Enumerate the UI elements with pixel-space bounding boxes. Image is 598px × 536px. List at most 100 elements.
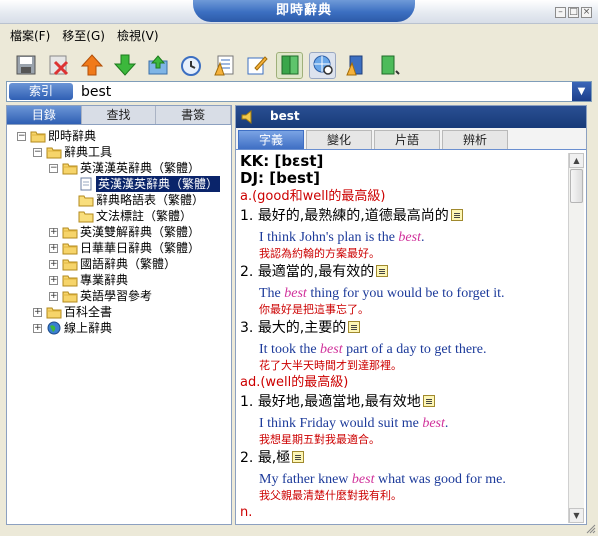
delete-button[interactable]: [45, 52, 72, 79]
example-text: My father knew: [259, 472, 352, 487]
minimize-button[interactable]: –: [555, 7, 566, 18]
search-dropdown-button[interactable]: ▼: [572, 82, 591, 101]
tree-item-label: 英漢漢英辭典（繁體）: [96, 176, 221, 192]
tab-meaning[interactable]: 字義: [238, 130, 304, 149]
sense-text: 最好的,最熟練的,道德最高尚的: [257, 208, 449, 224]
scroll-down-button[interactable]: ▼: [569, 508, 584, 523]
tab-bookmarks[interactable]: 書簽: [156, 106, 232, 124]
example-text: .: [444, 416, 449, 431]
expand-icon[interactable]: +: [49, 276, 58, 285]
bookmark-book-button[interactable]: [342, 52, 369, 79]
left-panel: 目錄 查找 書簽 − 即時辭典 − 辭典工具 − 英漢漢英辭典（繁體） 英漢漢英辭典（繁體）…: [6, 105, 232, 525]
folder-icon: [62, 289, 78, 303]
tree-item-label: 線上辭典: [64, 321, 113, 335]
example-sentence: I think Friday would suit me best.: [259, 416, 566, 432]
expand-icon[interactable]: +: [49, 228, 58, 237]
collapse-icon[interactable]: −: [17, 132, 26, 141]
sense-number: 3.: [240, 320, 254, 336]
example-toggle-icon[interactable]: [422, 395, 435, 407]
dictionary-tree: − 即時辭典 − 辭典工具 − 英漢漢英辭典（繁體） 英漢漢英辭典（繁體） 辭典略語表（繁體）…: [7, 128, 231, 336]
book-settings-icon: [381, 55, 400, 75]
tree-item-label: 日華華日辭典（繁體）: [80, 241, 201, 255]
tree-item[interactable]: + 英語學習參考: [7, 288, 231, 304]
globe-icon: [46, 321, 62, 335]
tree-item[interactable]: − 辭典工具: [7, 144, 231, 160]
menu-file[interactable]: 檔案(F): [10, 27, 50, 44]
book-settings-button[interactable]: [375, 52, 402, 79]
entry-word: best: [270, 109, 300, 123]
entry-content: KK: [bɛst] DJ: [best] a.(good和well的最高級) …: [240, 153, 566, 523]
tree-item[interactable]: + 國語辭典（繁體）: [7, 256, 231, 272]
tree-item[interactable]: + 專業辭典: [7, 272, 231, 288]
tree-item-label: 國語辭典（繁體）: [80, 257, 177, 271]
adjective-senses: 1. 最好的,最熟練的,道德最高尚的 I think John's plan is…: [240, 207, 566, 373]
example-translation: 我父親最清楚什麼對我有利。: [259, 489, 402, 502]
bookmark-book-icon: [345, 55, 362, 76]
delete-icon: [49, 55, 68, 76]
expand-icon[interactable]: +: [33, 324, 42, 333]
menu-view[interactable]: 檢視(V): [117, 27, 159, 44]
dictionary-book-button[interactable]: [276, 51, 303, 79]
tree-item[interactable]: 英漢漢英辭典（繁體）: [7, 176, 231, 192]
adverb-senses: 1. 最好地,最適當地,最有效地 I think Friday would sui…: [240, 393, 566, 503]
example-sentence: It took the best part of a day to get th…: [259, 342, 566, 358]
up-arrow-icon: [80, 54, 103, 76]
history-icon: [180, 56, 201, 76]
tab-usage-notes[interactable]: 辨析: [442, 130, 508, 149]
expand-icon[interactable]: +: [49, 292, 58, 301]
tree-item[interactable]: − 即時辭典: [7, 128, 231, 144]
expand-icon[interactable]: +: [49, 260, 58, 269]
expand-icon[interactable]: +: [33, 308, 42, 317]
maximize-button[interactable]: □: [568, 7, 579, 18]
entry-scrollbar[interactable]: ▲ ▼: [568, 153, 584, 523]
example-text: .: [420, 230, 425, 245]
sense-definition: 3. 最大的,主要的: [240, 319, 566, 337]
entry-header: best: [236, 106, 586, 128]
tree-item[interactable]: + 日華華日辭典（繁體）: [7, 240, 231, 256]
example-translation: 我認為約翰的方案最好。: [259, 247, 380, 260]
sense-definition: 2. 最適當的,最有效的: [240, 263, 566, 281]
tab-phrases[interactable]: 片語: [374, 130, 440, 149]
tree-item[interactable]: + 線上辭典: [7, 320, 231, 336]
web-search-button[interactable]: [309, 51, 336, 79]
example-text: It took the: [259, 342, 321, 357]
close-button[interactable]: ×: [581, 7, 592, 18]
toolbar: [0, 46, 598, 84]
example-keyword: best: [398, 230, 421, 245]
example-sentence: I think John's plan is the best.: [259, 230, 566, 246]
resize-grip-icon[interactable]: [586, 524, 596, 534]
history-button[interactable]: [177, 52, 204, 79]
example-toggle-icon[interactable]: [292, 451, 305, 463]
scroll-up-button[interactable]: ▲: [569, 153, 584, 168]
tree-item-label: 英漢漢英辭典（繁體）: [80, 161, 201, 175]
speaker-icon[interactable]: [241, 110, 257, 124]
tab-contents[interactable]: 目錄: [7, 106, 82, 124]
notes-button[interactable]: [210, 52, 237, 79]
collapse-icon[interactable]: −: [49, 164, 58, 173]
collapse-icon[interactable]: −: [33, 148, 42, 157]
index-tab[interactable]: 索引: [9, 83, 73, 100]
sense-item: 2. 最適當的,最有效的 The best thing for you would…: [240, 263, 566, 317]
tree-item-label: 文法標註（繁體）: [96, 209, 193, 223]
sense-definition: 1. 最好的,最熟練的,道德最高尚的: [240, 207, 566, 225]
tree-item[interactable]: 文法標註（繁體）: [7, 208, 231, 224]
next-button[interactable]: [111, 52, 138, 79]
tree-item[interactable]: + 百科全書: [7, 304, 231, 320]
save-button[interactable]: [12, 52, 39, 79]
menu-goto[interactable]: 移至(G): [62, 27, 105, 44]
example-toggle-icon[interactable]: [376, 265, 389, 277]
previous-button[interactable]: [78, 52, 105, 79]
example-toggle-icon[interactable]: [348, 321, 361, 333]
tab-find[interactable]: 查找: [82, 106, 157, 124]
tab-inflections[interactable]: 變化: [306, 130, 372, 149]
expand-icon[interactable]: +: [49, 244, 58, 253]
edit-button[interactable]: [243, 52, 270, 79]
example-toggle-icon[interactable]: [450, 209, 463, 221]
tree-item[interactable]: 辭典略語表（繁體）: [7, 192, 231, 208]
export-button[interactable]: [144, 52, 171, 79]
tree-item[interactable]: + 英漢雙解辭典（繁體）: [7, 224, 231, 240]
search-bar: 索引 ▼: [6, 81, 592, 102]
scroll-thumb[interactable]: [570, 169, 583, 203]
search-input[interactable]: [79, 82, 559, 101]
tree-item[interactable]: − 英漢漢英辭典（繁體）: [7, 160, 231, 176]
